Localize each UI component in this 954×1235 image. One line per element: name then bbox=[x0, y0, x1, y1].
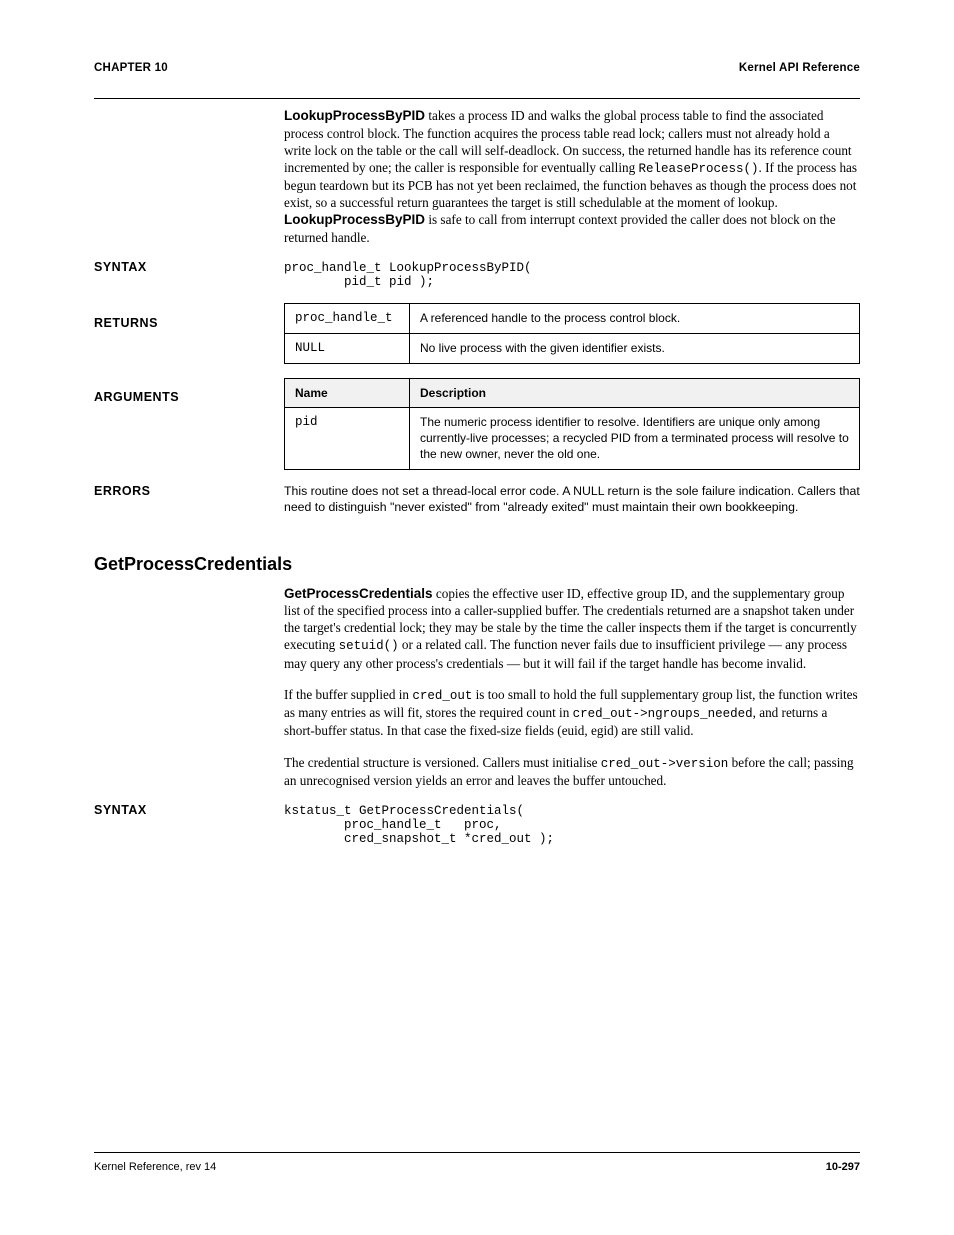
header-rule bbox=[94, 98, 860, 99]
table-header-row: Name Description bbox=[285, 378, 860, 407]
errors-label: ERRORS bbox=[94, 484, 284, 498]
syntax2-line-3: cred_snapshot_t *cred_out ); bbox=[284, 832, 860, 846]
function-title: GetProcessCredentials bbox=[94, 554, 860, 575]
table-row: pid The numeric process identifier to re… bbox=[285, 408, 860, 470]
syntax-line-2: pid_t pid ); bbox=[284, 275, 860, 289]
syntax2-section: SYNTAX kstatus_t GetProcessCredentials( … bbox=[94, 803, 860, 846]
table-row: proc_handle_t A referenced handle to the… bbox=[285, 304, 860, 334]
errors-text: This routine does not set a thread-local… bbox=[284, 484, 860, 516]
arguments-table: Name Description pid The numeric process… bbox=[284, 378, 860, 470]
footer-right: 10-297 bbox=[826, 1161, 860, 1173]
footer-rule bbox=[94, 1152, 860, 1153]
page-header: CHAPTER 10 Kernel API Reference bbox=[94, 62, 860, 74]
errors-section: ERRORS This routine does not set a threa… bbox=[94, 484, 860, 530]
syntax-line-1: proc_handle_t LookupProcessByPID( bbox=[284, 261, 860, 275]
returns-section: RETURNS proc_handle_t A referenced handl… bbox=[94, 303, 860, 364]
syntax-section: SYNTAX proc_handle_t LookupProcessByPID(… bbox=[94, 260, 860, 289]
table-row: NULL No live process with the given iden… bbox=[285, 334, 860, 364]
footer-left: Kernel Reference, rev 14 bbox=[94, 1161, 216, 1173]
syntax2-line-1: kstatus_t GetProcessCredentials( bbox=[284, 804, 860, 818]
header-right: Kernel API Reference bbox=[739, 62, 860, 74]
func2-paragraph-1: GetProcessCredentials copies the effecti… bbox=[284, 585, 860, 672]
intro-paragraph: LookupProcessByPID takes a process ID an… bbox=[284, 107, 860, 246]
func2-paragraph-2: If the buffer supplied in cred_out is to… bbox=[284, 686, 860, 740]
page-footer: Kernel Reference, rev 14 10-297 bbox=[94, 1152, 860, 1173]
arguments-label: ARGUMENTS bbox=[94, 390, 284, 404]
syntax2-line-2: proc_handle_t proc, bbox=[284, 818, 860, 832]
returns-table: proc_handle_t A referenced handle to the… bbox=[284, 303, 860, 364]
func2-paragraph-3: The credential structure is versioned. C… bbox=[284, 754, 860, 789]
header-left: CHAPTER 10 bbox=[94, 62, 168, 74]
syntax2-label: SYNTAX bbox=[94, 803, 284, 817]
syntax-label: SYNTAX bbox=[94, 260, 284, 274]
arguments-section: ARGUMENTS Name Description pid The numer… bbox=[94, 378, 860, 470]
returns-label: RETURNS bbox=[94, 316, 284, 330]
